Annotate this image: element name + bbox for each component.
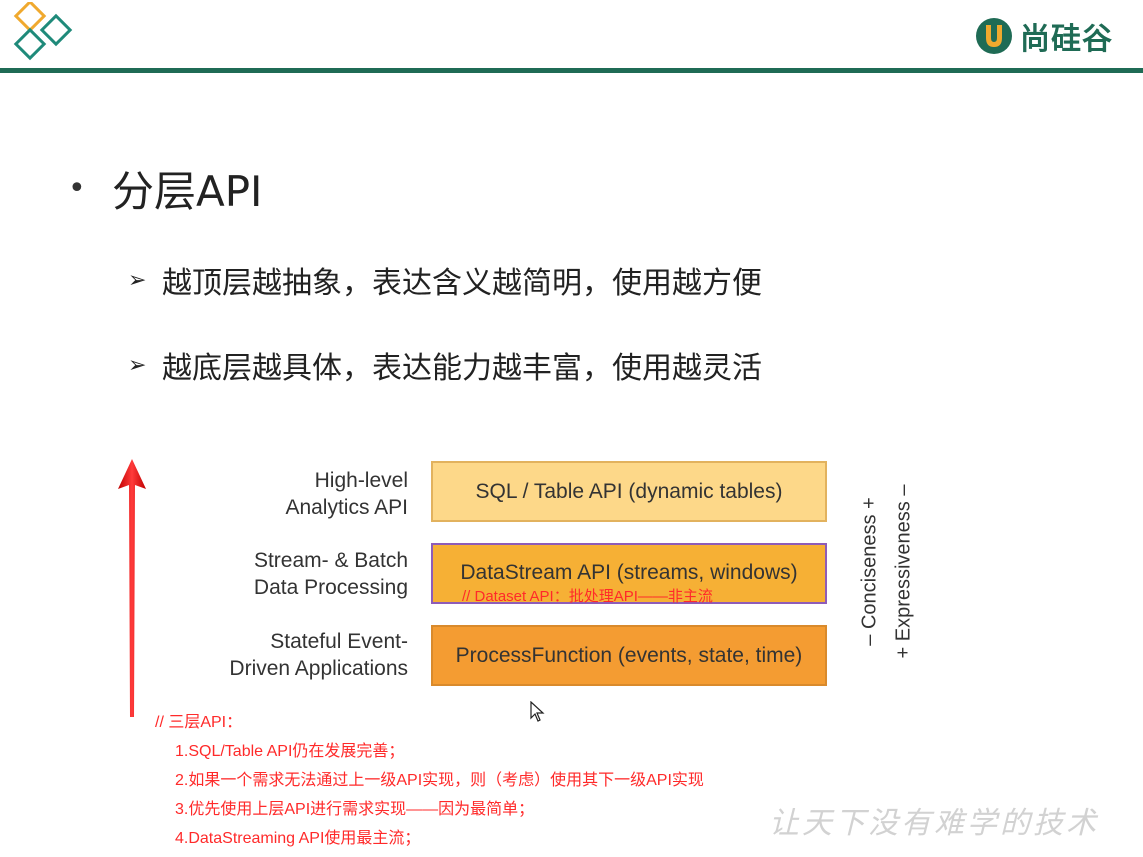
- note-item: 1.SQL/Table API仍在发展完善；: [175, 743, 405, 760]
- slide-title-text: 分层API: [112, 167, 263, 216]
- note-item: 2.如果一个需求无法通过上一级API实现，则（考虑）使用其下一级API实现: [175, 772, 704, 789]
- layer-label-stateful: Stateful Event- Driven Applications: [168, 628, 408, 682]
- sub-bullet-text: 越底层越具体，表达能力越丰富，使用越灵活: [162, 351, 762, 386]
- arrow-bullet-icon: ➢: [128, 352, 147, 378]
- label-line: Stateful Event-: [270, 630, 408, 653]
- label-line: Analytics API: [285, 496, 408, 519]
- axis-expressiveness: + Expressiveness –: [892, 484, 915, 659]
- diamonds-logo-icon: [13, 2, 73, 61]
- dataset-api-note: // Dataset API：批处理API——非主流: [462, 588, 713, 605]
- brand-u-icon: [976, 18, 1012, 54]
- header-divider: [0, 68, 1143, 73]
- axis-conciseness: – Conciseness +: [858, 497, 881, 646]
- note-item: 4.DataStreaming API使用最主流；: [175, 830, 421, 847]
- watermark-text: 让天下没有难学的技术: [769, 806, 1099, 841]
- label-line: Driven Applications: [229, 657, 408, 680]
- brand-name: 尚硅谷: [1020, 22, 1113, 57]
- api-box-processfunction: ProcessFunction (events, state, time): [431, 625, 827, 686]
- sub-bullet-text: 越顶层越抽象，表达含义越简明，使用越方便: [162, 266, 762, 301]
- slide-header: 尚硅谷: [0, 0, 1143, 74]
- sub-bullet-2: ➢ 越底层越具体，表达能力越丰富，使用越灵活: [128, 343, 762, 387]
- note-item: 3.优先使用上层API进行需求实现——因为最简单；: [175, 801, 535, 818]
- notes-block: // 三层API： 1.SQL/Table API仍在发展完善； 2.如果一个需…: [155, 712, 704, 857]
- bullet-dot-icon: •: [68, 171, 86, 206]
- slide-title: • 分层API: [68, 158, 262, 219]
- layer-label-stream-batch: Stream- & Batch Data Processing: [168, 547, 408, 601]
- notes-heading: // 三层API：: [155, 714, 243, 731]
- api-box-sql-table: SQL / Table API (dynamic tables): [431, 461, 827, 522]
- brand-logo: 尚硅谷: [974, 14, 1113, 58]
- label-line: High-level: [314, 469, 408, 492]
- sub-bullet-1: ➢ 越顶层越抽象，表达含义越简明，使用越方便: [128, 258, 762, 302]
- arrow-bullet-icon: ➢: [128, 267, 147, 293]
- layer-label-high-level: High-level Analytics API: [168, 467, 408, 521]
- label-line: Data Processing: [253, 576, 408, 599]
- red-up-arrow-icon: [118, 459, 146, 717]
- label-line: Stream- & Batch: [253, 549, 408, 572]
